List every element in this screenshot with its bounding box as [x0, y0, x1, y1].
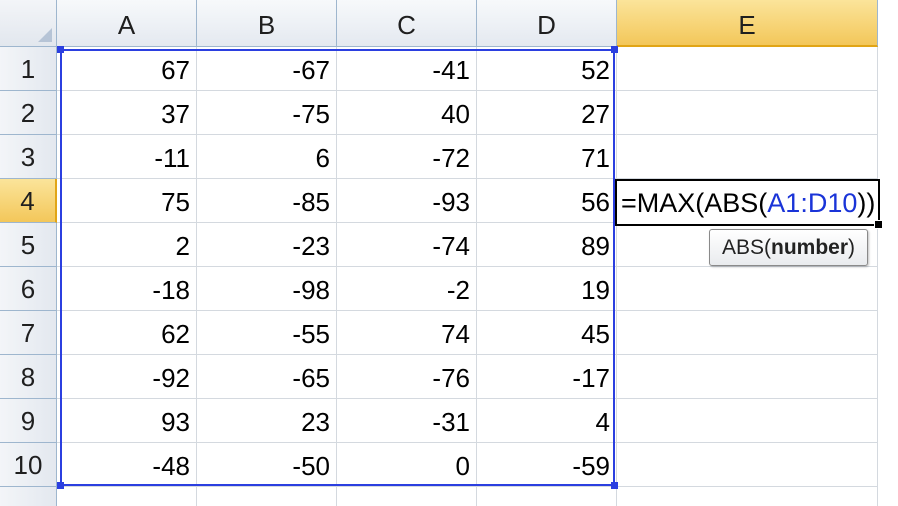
- cell-a10[interactable]: -48: [57, 443, 197, 487]
- cell-c1[interactable]: -41: [337, 47, 477, 91]
- column-header-b[interactable]: B: [197, 0, 337, 47]
- tooltip-argument-name[interactable]: number: [771, 236, 848, 259]
- cell-c5[interactable]: -74: [337, 223, 477, 267]
- select-all-button[interactable]: [0, 0, 57, 47]
- cell-d6[interactable]: 19: [477, 267, 617, 311]
- tooltip-close-paren: ): [848, 236, 856, 259]
- cell-e3[interactable]: [617, 135, 878, 179]
- cell-b8[interactable]: -65: [197, 355, 337, 399]
- cell-a4[interactable]: 75: [57, 179, 197, 223]
- row-header-partial[interactable]: [0, 487, 57, 506]
- formula-prefix: =MAX(ABS(: [621, 188, 768, 218]
- row-header-10[interactable]: 10: [0, 443, 57, 487]
- cell-d9[interactable]: 4: [477, 399, 617, 443]
- fill-handle[interactable]: [874, 220, 883, 229]
- tooltip-function-name: ABS(: [722, 236, 772, 259]
- cell-partial-row[interactable]: [477, 487, 617, 506]
- row-header-3[interactable]: 3: [0, 135, 57, 179]
- cell-d2[interactable]: 27: [477, 91, 617, 135]
- cell-a6[interactable]: -18: [57, 267, 197, 311]
- cell-a8[interactable]: -92: [57, 355, 197, 399]
- row-header-1[interactable]: 1: [0, 47, 57, 91]
- cell-a3[interactable]: -11: [57, 135, 197, 179]
- formula-suffix: )): [857, 188, 876, 218]
- column-header-e[interactable]: E: [617, 0, 878, 47]
- row-header-2[interactable]: 2: [0, 91, 57, 135]
- cell-e6[interactable]: [617, 267, 878, 311]
- row-header-7[interactable]: 7: [0, 311, 57, 355]
- spreadsheet-grid: ABCDE 1 2 3 4 5 6 7 8 9 10 67 -67 -41 52 37 -75 40 27 -11…: [0, 0, 898, 506]
- cell-d4[interactable]: 56: [477, 179, 617, 223]
- cell-c4[interactable]: -93: [337, 179, 477, 223]
- cell-b6[interactable]: -98: [197, 267, 337, 311]
- cell-partial-row[interactable]: [57, 487, 197, 506]
- cell-a1[interactable]: 67: [57, 47, 197, 91]
- cell-c3[interactable]: -72: [337, 135, 477, 179]
- cell-c6[interactable]: -2: [337, 267, 477, 311]
- cell-b4[interactable]: -85: [197, 179, 337, 223]
- cell-d1[interactable]: 52: [477, 47, 617, 91]
- cell-b5[interactable]: -23: [197, 223, 337, 267]
- formula-range-reference: A1:D10: [767, 188, 858, 218]
- row-header-8[interactable]: 8: [0, 355, 57, 399]
- function-argument-tooltip[interactable]: ABS(number): [709, 229, 869, 266]
- row-header-9[interactable]: 9: [0, 399, 57, 443]
- cell-a7[interactable]: 62: [57, 311, 197, 355]
- cell-partial-row[interactable]: [197, 487, 337, 506]
- cell-partial-row[interactable]: [617, 487, 878, 506]
- cell-a2[interactable]: 37: [57, 91, 197, 135]
- cell-e2[interactable]: [617, 91, 878, 135]
- cell-a9[interactable]: 93: [57, 399, 197, 443]
- cell-e9[interactable]: [617, 399, 878, 443]
- cell-b10[interactable]: -50: [197, 443, 337, 487]
- cell-b2[interactable]: -75: [197, 91, 337, 135]
- cell-b7[interactable]: -55: [197, 311, 337, 355]
- cell-c7[interactable]: 74: [337, 311, 477, 355]
- cell-e1[interactable]: [617, 47, 878, 91]
- cell-c10[interactable]: 0: [337, 443, 477, 487]
- cell-d3[interactable]: 71: [477, 135, 617, 179]
- cell-b9[interactable]: 23: [197, 399, 337, 443]
- column-header-a[interactable]: A: [57, 0, 197, 47]
- cell-b1[interactable]: -67: [197, 47, 337, 91]
- column-header-c[interactable]: C: [337, 0, 477, 47]
- cell-e8[interactable]: [617, 355, 878, 399]
- row-header-5[interactable]: 5: [0, 223, 57, 267]
- cell-c9[interactable]: -31: [337, 399, 477, 443]
- cell-e10[interactable]: [617, 443, 878, 487]
- row-header-4[interactable]: 4: [0, 179, 57, 223]
- cell-d5[interactable]: 89: [477, 223, 617, 267]
- cell-e7[interactable]: [617, 311, 878, 355]
- column-header-d[interactable]: D: [477, 0, 617, 47]
- active-cell-editor-e4[interactable]: =MAX(ABS(A1:D10)): [615, 179, 883, 229]
- cell-b3[interactable]: 6: [197, 135, 337, 179]
- cell-d7[interactable]: 45: [477, 311, 617, 355]
- cell-c8[interactable]: -76: [337, 355, 477, 399]
- cell-d8[interactable]: -17: [477, 355, 617, 399]
- select-all-triangle-icon: [38, 28, 52, 42]
- cell-partial-row[interactable]: [337, 487, 477, 506]
- cell-a5[interactable]: 2: [57, 223, 197, 267]
- cell-c2[interactable]: 40: [337, 91, 477, 135]
- cell-d10[interactable]: -59: [477, 443, 617, 487]
- row-header-6[interactable]: 6: [0, 267, 57, 311]
